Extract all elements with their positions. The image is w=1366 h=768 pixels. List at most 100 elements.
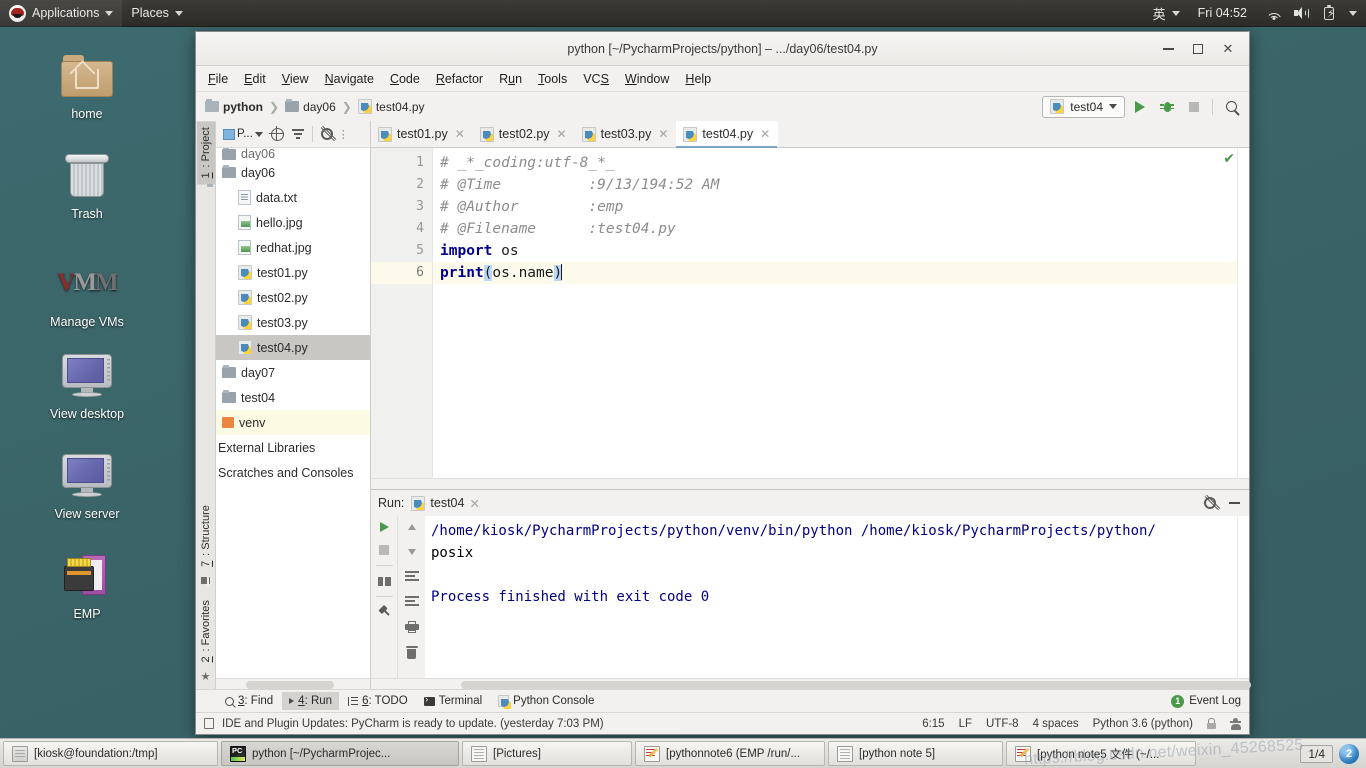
project-view-selector[interactable]: P...: [220, 126, 266, 142]
editor-marker-gutter[interactable]: [1237, 148, 1249, 478]
scrollbar-thumb[interactable]: [246, 681, 334, 689]
workspace-switcher-badge[interactable]: 2: [1339, 743, 1359, 764]
run-button[interactable]: [1128, 96, 1152, 118]
event-log-label[interactable]: Event Log: [1189, 695, 1241, 707]
hide-panel-button[interactable]: [1226, 495, 1242, 511]
input-method-indicator[interactable]: 英: [1144, 0, 1189, 27]
tree-item-test04-py[interactable]: test04.py: [216, 335, 370, 360]
caret-position[interactable]: 6:15: [922, 718, 944, 730]
scroll-to-end-button[interactable]: [404, 594, 420, 610]
applications-menu[interactable]: Applications: [0, 0, 123, 27]
minimize-button[interactable]: [1153, 34, 1183, 64]
scrollbar-thumb[interactable]: [461, 681, 1251, 689]
tab-run[interactable]: 4: Run: [282, 692, 340, 710]
tab-test02-py[interactable]: test02.py ✕: [473, 121, 575, 147]
run-settings-button[interactable]: [1202, 495, 1218, 511]
run-tab-test04[interactable]: test04 ✕: [411, 495, 480, 511]
tree-item-external-libraries[interactable]: External Libraries: [216, 435, 370, 460]
code-text-area[interactable]: # _*_coding:utf-8_*_ # @Time :9/13/194:5…: [433, 148, 1249, 478]
menu-window[interactable]: Window: [617, 69, 677, 89]
tree-item-test04[interactable]: test04: [216, 385, 370, 410]
workspace-pager[interactable]: 1/4: [1300, 744, 1333, 763]
tree-item-venv[interactable]: venv: [216, 410, 370, 435]
tree-item-redhat-jpg[interactable]: redhat.jpg: [216, 235, 370, 260]
system-status-menu[interactable]: ⚡: [1256, 0, 1366, 27]
menu-help[interactable]: Help: [677, 69, 719, 89]
close-icon[interactable]: ✕: [469, 496, 479, 511]
tab-test03-py[interactable]: test03.py ✕: [575, 121, 677, 147]
tree-item-scratches-and-consoles[interactable]: Scratches and Consoles: [216, 460, 370, 485]
stop-button[interactable]: [376, 542, 392, 558]
maximize-button[interactable]: [1183, 34, 1213, 64]
table-row[interactable]: day06: [216, 148, 370, 160]
debug-button[interactable]: [1155, 96, 1179, 118]
clock[interactable]: Fri 04:52: [1189, 0, 1256, 27]
tab-find[interactable]: 3: Find: [218, 692, 280, 710]
menu-view[interactable]: View: [274, 69, 317, 89]
collapse-all-button[interactable]: [289, 126, 307, 142]
print-button[interactable]: [404, 619, 420, 635]
tab-test04-py[interactable]: test04.py ✕: [676, 121, 779, 148]
lock-icon[interactable]: [1207, 718, 1216, 729]
soft-wrap-button[interactable]: [404, 569, 420, 585]
taskbar-button-pycharm[interactable]: python [~/PycharmProjec...: [221, 741, 459, 766]
console-horizontal-scrollbar[interactable]: [371, 678, 1251, 689]
code-editor[interactable]: 1 2 3 4 5 6 # _*_coding:utf-8_*_ # @Time…: [371, 148, 1249, 478]
line-separator[interactable]: LF: [959, 718, 972, 730]
interpreter[interactable]: Python 3.6 (python): [1093, 718, 1193, 730]
project-settings-button[interactable]: [318, 126, 336, 142]
menu-navigate[interactable]: Navigate: [317, 69, 382, 89]
user-icon[interactable]: [1230, 717, 1241, 730]
desktop-icon-manage-vms[interactable]: VMM Manage VMs: [28, 256, 146, 329]
close-button[interactable]: ✕: [1213, 34, 1243, 64]
menu-code[interactable]: Code: [382, 69, 428, 89]
menu-run[interactable]: Run: [491, 69, 530, 89]
sidebar-item-favorites[interactable]: 2: Favorites: [197, 594, 215, 668]
close-icon[interactable]: ✕: [658, 127, 668, 141]
console-output[interactable]: /home/kiosk/PycharmProjects/python/venv/…: [425, 516, 1237, 678]
places-menu[interactable]: Places: [122, 0, 192, 27]
tab-test01-py[interactable]: test01.py ✕: [371, 121, 473, 147]
notification-icon[interactable]: [204, 718, 214, 729]
taskbar-button-pictures[interactable]: [Pictures]: [462, 741, 632, 766]
status-message[interactable]: IDE and Plugin Updates: PyCharm is ready…: [222, 718, 604, 730]
tab-terminal[interactable]: Terminal: [417, 692, 489, 710]
taskbar-button-pythonnote6[interactable]: [pythonnote6 (EMP /run/...: [635, 741, 825, 766]
stop-button[interactable]: [1182, 96, 1206, 118]
desktop-icon-view-desktop[interactable]: View desktop: [28, 348, 146, 421]
tree-item-day06[interactable]: day06: [216, 160, 370, 185]
tab-todo[interactable]: 6: TODO: [341, 692, 415, 710]
sidebar-item-project[interactable]: 1: Project: [196, 121, 215, 185]
rerun-button[interactable]: [376, 519, 392, 535]
menu-tools[interactable]: Tools: [530, 69, 575, 89]
desktop-icon-emp[interactable]: EMP: [28, 548, 146, 621]
tree-item-day07[interactable]: day07: [216, 360, 370, 385]
taskbar-button-python-note-5[interactable]: [python note 5]: [828, 741, 1003, 766]
locate-file-button[interactable]: [268, 126, 287, 143]
breadcrumb-day06[interactable]: day06: [282, 98, 339, 116]
pin-tab-button[interactable]: [376, 604, 392, 620]
close-icon[interactable]: ✕: [455, 127, 465, 141]
editor-horizontal-scrollbar[interactable]: [371, 478, 1249, 489]
menu-file[interactable]: File: [200, 69, 236, 89]
window-titlebar[interactable]: python [~/PycharmProjects/python] – .../…: [196, 32, 1249, 66]
layout-button[interactable]: [376, 573, 392, 589]
run-configuration-selector[interactable]: test04: [1042, 95, 1125, 118]
breadcrumb-test04-py[interactable]: test04.py: [355, 97, 428, 116]
menu-vcs[interactable]: VCS: [575, 69, 617, 89]
desktop-icon-view-server[interactable]: View server: [28, 448, 146, 521]
tab-python-console[interactable]: Python Console: [491, 692, 601, 710]
tree-item-test02-py[interactable]: test02.py: [216, 285, 370, 310]
taskbar-button-terminal[interactable]: [kiosk@foundation:/tmp]: [3, 741, 218, 766]
tree-item-test01-py[interactable]: test01.py: [216, 260, 370, 285]
editor-gutter[interactable]: 1 2 3 4 5 6: [371, 148, 433, 478]
desktop-icon-trash[interactable]: Trash: [28, 148, 146, 221]
breadcrumb-python[interactable]: python: [202, 98, 266, 116]
menu-edit[interactable]: Edit: [236, 69, 274, 89]
project-horizontal-scrollbar[interactable]: [216, 678, 370, 689]
project-tree[interactable]: day06 day06 data.txt hello.jpg redhat.jp…: [216, 148, 370, 678]
tree-item-hello-jpg[interactable]: hello.jpg: [216, 210, 370, 235]
taskbar-button-python-note5-files[interactable]: [python note5 文件 (~/...: [1006, 741, 1196, 766]
overflow-icon[interactable]: ⋮: [338, 128, 349, 141]
indent-setting[interactable]: 4 spaces: [1033, 718, 1079, 730]
